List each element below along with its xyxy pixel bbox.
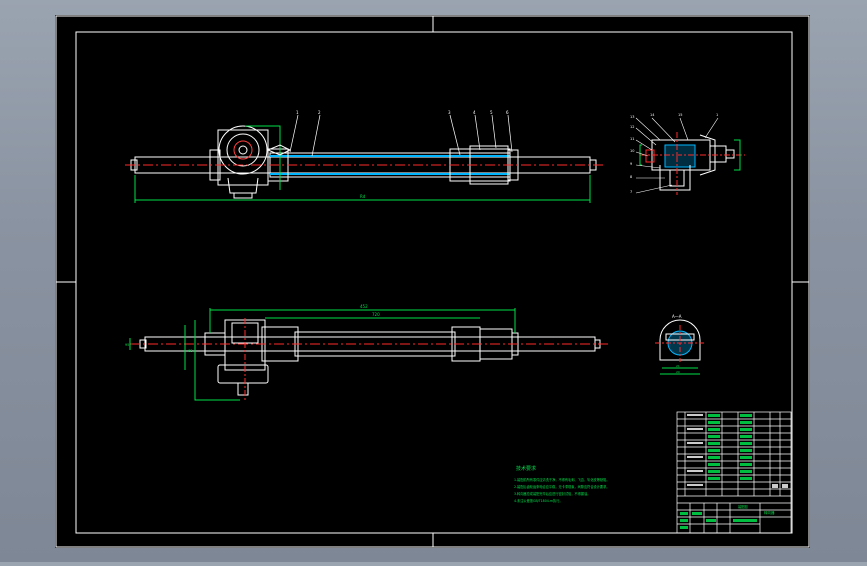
front-side-dim-95: 95 [125, 343, 129, 347]
top-dimension-text: Rd [360, 194, 366, 199]
tech-line-1: 1.装配前所有零件应清洗干净，不得有毛刺、飞边、氧化皮等缺陷。 [514, 477, 609, 482]
section-label-15: 15 [678, 113, 682, 117]
cad-drawing: Rd 1 2 3 4 5 6 13 12 11 10 9 8 7 14 15 1… [55, 15, 810, 548]
detail-dim-20: 20 [676, 370, 680, 374]
detail-label: A—A [672, 314, 682, 319]
section-label-13: 13 [630, 115, 634, 119]
section-label-12: 12 [630, 125, 634, 129]
section-label-14: 14 [650, 113, 655, 117]
drawing-canvas: Rd 1 2 3 4 5 6 13 12 11 10 9 8 7 14 15 1… [0, 0, 867, 562]
title-company: 装配图 [738, 504, 748, 509]
tech-title: 技术要求 [516, 465, 536, 472]
section-label-1: 1 [716, 113, 718, 117]
section-label-8: 8 [630, 175, 632, 179]
front-dim-text-720: 720 [372, 312, 380, 317]
section-label-9: 9 [630, 162, 632, 166]
title-drawing-name: 转向器 [764, 510, 775, 515]
tech-line-4: 4.未注公差按GB/T1804-m执行。 [514, 498, 563, 503]
front-dim-text-452: 452 [360, 304, 368, 309]
section-label-11: 11 [630, 137, 634, 141]
section-label-10: 10 [630, 149, 634, 153]
tech-line-3: 3.转向器总成装配完毕后应进行密封试验，不得漏油。 [514, 491, 590, 496]
detail-dim-21: 21 [676, 364, 680, 368]
tech-line-2: 2.装配后齿轮齿条啮合应平稳，无卡滞现象，间隙应符合设计要求。 [514, 484, 609, 489]
front-side-dim-68: 68 [188, 349, 192, 353]
section-label-7: 7 [630, 190, 632, 194]
